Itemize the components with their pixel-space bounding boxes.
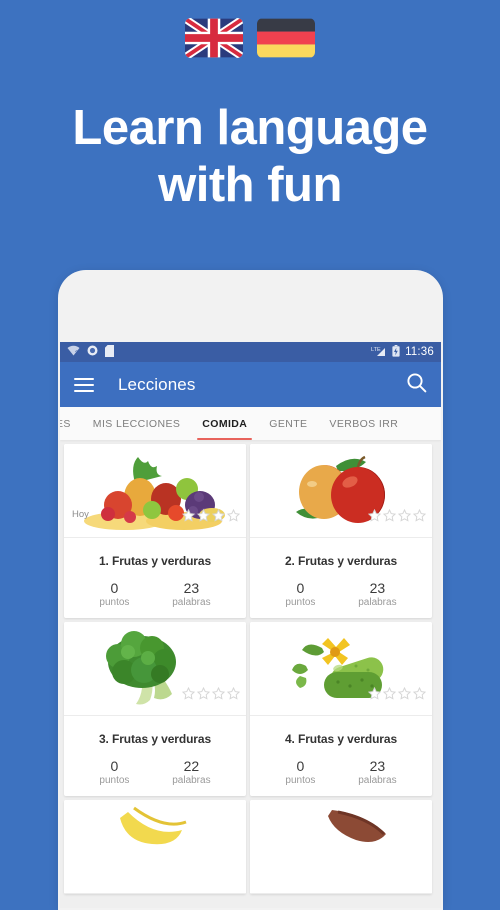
circle-icon: [87, 345, 98, 359]
points-stat: 0 puntos: [285, 580, 315, 608]
star-icon: [227, 509, 240, 522]
tab-comida[interactable]: COMIDA: [191, 407, 258, 440]
lesson-badge: Hoy: [72, 509, 89, 520]
star-icon: [413, 687, 426, 700]
lesson-card[interactable]: 3. Frutas y verduras 0 puntos 22 palabra…: [64, 622, 246, 797]
lesson-stats: 0 puntos 22 palabras: [64, 746, 246, 796]
status-bar-time: 11:36: [405, 346, 434, 358]
wifi-question-icon: ?: [67, 345, 80, 359]
lesson-card[interactable]: 4. Frutas y verduras 0 puntos 23 palabra…: [250, 622, 432, 797]
star-rating: [182, 687, 240, 700]
apples-image: [250, 444, 432, 538]
points-label: puntos: [99, 775, 130, 787]
star-rating: [182, 509, 240, 522]
words-label: palabras: [358, 597, 397, 609]
words-stat: 23 palabras: [358, 758, 396, 786]
tab-verbos-irregulares[interactable]: VERBOS IRR: [318, 407, 409, 440]
words-stat: 23 palabras: [358, 580, 396, 608]
app-bar: Lecciones: [60, 362, 441, 407]
lesson-card[interactable]: [64, 800, 246, 895]
hero-title-line-2: with fun: [158, 157, 342, 212]
star-rating: [368, 509, 426, 522]
star-icon: [197, 687, 210, 700]
lesson-grid: Hoy 1. Frutas y verduras 0 puntos 23 pal…: [60, 440, 441, 908]
words-value: 23: [369, 758, 386, 775]
app-bar-title: Lecciones: [118, 374, 196, 394]
words-value: 23: [369, 580, 386, 596]
hamburger-menu-icon[interactable]: [74, 377, 94, 392]
star-icon: [368, 687, 381, 700]
points-label: puntos: [285, 775, 316, 787]
points-label: puntos: [285, 597, 316, 609]
lesson-stats: 0 puntos 23 palabras: [250, 568, 432, 618]
points-value: 0: [110, 758, 119, 775]
star-icon: [227, 687, 240, 700]
germany-flag: [257, 18, 315, 58]
phone-mockup: ? LTE 11:36 Lecciones S MIS LECCIONES CO…: [58, 270, 443, 910]
words-label: palabras: [172, 775, 211, 787]
tab-mis-lecciones[interactable]: MIS LECCIONES: [82, 407, 191, 440]
points-value: 0: [296, 580, 305, 596]
lesson-card[interactable]: Hoy 1. Frutas y verduras 0 puntos 23 pal…: [64, 444, 246, 619]
star-icon: [413, 509, 426, 522]
hero-title-line-1: Learn language: [72, 101, 428, 155]
star-icon: [398, 687, 411, 700]
phone-screen: ? LTE 11:36 Lecciones S MIS LECCIONES CO…: [60, 342, 441, 908]
tab-bar[interactable]: NES MIS LECCIONES COMIDA GENTE VERBOS IR…: [60, 407, 441, 440]
words-stat: 23 palabras: [172, 580, 210, 608]
tab-lecciones-partial[interactable]: NES: [60, 407, 82, 440]
uk-flag: [185, 18, 243, 58]
tab-gente[interactable]: GENTE: [258, 407, 318, 440]
banana-image: [64, 800, 246, 895]
broccoli-image: [64, 622, 246, 717]
svg-text:LTE: LTE: [371, 347, 381, 353]
fruit-bowl-image: [64, 444, 246, 538]
words-label: palabras: [172, 597, 211, 609]
star-icon: [182, 509, 195, 522]
star-icon: [368, 509, 381, 522]
words-stat: 22 palabras: [172, 758, 210, 786]
words-label: palabras: [358, 775, 397, 787]
points-value: 0: [296, 758, 305, 775]
status-bar: ? LTE 11:36: [60, 342, 441, 362]
lesson-title: 4. Frutas y verduras: [284, 732, 398, 747]
star-icon: [383, 687, 396, 700]
lesson-stats: 0 puntos 23 palabras: [64, 568, 246, 618]
cucumbers-image: [250, 622, 432, 717]
sausage-image: [250, 800, 432, 895]
points-stat: 0 puntos: [99, 758, 129, 786]
points-stat: 0 puntos: [99, 580, 129, 608]
points-value: 0: [110, 580, 119, 596]
points-stat: 0 puntos: [285, 758, 315, 786]
words-value: 22: [183, 758, 200, 775]
battery-icon: [392, 344, 400, 360]
lesson-title: 3. Frutas y verduras: [98, 732, 212, 747]
lesson-card[interactable]: 2. Frutas y verduras 0 puntos 23 palabra…: [250, 444, 432, 619]
svg-text:?: ?: [75, 351, 79, 356]
lesson-card[interactable]: [250, 800, 432, 895]
page-title: Learn language with fun: [0, 100, 500, 214]
lesson-stats: 0 puntos 23 palabras: [250, 746, 432, 796]
star-rating: [368, 687, 426, 700]
star-icon: [197, 509, 210, 522]
lte-signal-icon: LTE: [371, 345, 387, 360]
star-icon: [212, 509, 225, 522]
words-value: 23: [183, 580, 200, 596]
search-icon[interactable]: [406, 372, 427, 398]
star-icon: [383, 509, 396, 522]
lesson-title: 1. Frutas y verduras: [98, 554, 212, 568]
star-icon: [182, 687, 195, 700]
points-label: puntos: [99, 597, 130, 609]
hero-flags: [0, 18, 500, 58]
star-icon: [398, 509, 411, 522]
star-icon: [212, 687, 225, 700]
lesson-title: 2. Frutas y verduras: [284, 554, 398, 568]
sdcard-icon: [105, 344, 114, 360]
